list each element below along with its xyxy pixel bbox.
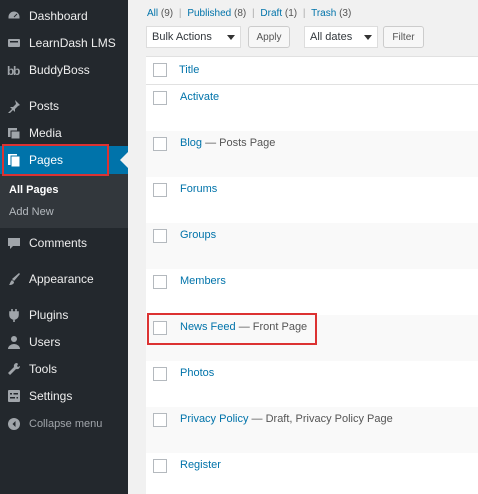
sidebar-item-users[interactable]: Users [0, 329, 128, 355]
sidebar-item-buddyboss[interactable]: bb BuddyBoss [0, 57, 128, 83]
status-filters: All (9) | Published (8) | Draft (1) | Tr… [147, 8, 351, 19]
collapse-menu-label: Collapse menu [29, 418, 103, 430]
table-row: Privacy Policy — Draft, Privacy Policy P… [146, 407, 478, 453]
apply-button[interactable]: Apply [248, 26, 290, 48]
row-checkbox[interactable] [153, 91, 167, 105]
admin-sidebar: Dashboard LearnDash LMS bb BuddyBoss Pos… [0, 0, 128, 494]
page-title-link[interactable]: Members [180, 275, 226, 287]
dashboard-icon [7, 9, 21, 23]
table-row: Register [146, 453, 478, 494]
sidebar-item-label: BuddyBoss [29, 63, 90, 77]
filter-trash-link[interactable]: Trash [311, 8, 336, 19]
sidebar-item-media[interactable]: Media [0, 120, 128, 146]
comment-icon [7, 236, 21, 250]
page-title-link[interactable]: Forums [180, 183, 217, 195]
sidebar-item-dashboard[interactable]: Dashboard [0, 3, 128, 29]
filter-published-count: (8) [234, 8, 247, 19]
page-state: — Posts Page [202, 137, 276, 149]
filter-button[interactable]: Filter [383, 26, 424, 48]
active-arrow-indicator [120, 152, 128, 168]
buddyboss-icon: bb [7, 63, 21, 77]
page-title-link[interactable]: Groups [180, 229, 216, 241]
sidebar-item-posts[interactable]: Posts [0, 93, 128, 119]
collapse-icon [7, 417, 21, 431]
table-header-row: Title [146, 57, 478, 85]
table-row: Groups [146, 223, 478, 269]
page-title-link[interactable]: Activate [180, 91, 219, 103]
sidebar-item-plugins[interactable]: Plugins [0, 302, 128, 328]
sidebar-item-label: LearnDash LMS [29, 36, 116, 50]
wrench-icon [7, 362, 21, 376]
plugin-icon [7, 308, 21, 322]
sidebar-item-settings[interactable]: Settings [0, 383, 128, 409]
table-row: Members [146, 269, 478, 315]
page-title-link[interactable]: Privacy Policy [180, 413, 248, 425]
row-checkbox[interactable] [153, 229, 167, 243]
sidebar-item-label: Posts [29, 99, 60, 113]
chevron-down-icon [227, 35, 235, 40]
learndash-icon [7, 36, 21, 50]
row-checkbox[interactable] [153, 183, 167, 197]
row-checkbox[interactable] [153, 137, 167, 151]
pin-icon [7, 99, 21, 113]
row-checkbox[interactable] [153, 459, 167, 473]
row-checkbox[interactable] [153, 275, 167, 289]
filter-all-link[interactable]: All [147, 8, 158, 19]
submenu-item-add-new[interactable]: Add New [9, 206, 54, 218]
collapse-menu-button[interactable]: Collapse menu [0, 411, 128, 437]
date-filter-select[interactable]: All dates [304, 26, 378, 48]
column-title-header[interactable]: Title [179, 64, 199, 76]
page-title-link[interactable]: Register [180, 459, 221, 471]
filter-trash-count: (3) [339, 8, 352, 19]
user-icon [7, 335, 21, 349]
pages-submenu: All Pages Add New [0, 174, 128, 228]
table-row: Blog — Posts Page [146, 131, 478, 177]
pages-table: Title Activate Blog — Posts Page Forums … [146, 56, 478, 494]
table-row: Activate [146, 85, 478, 131]
filter-separator: | [252, 8, 255, 19]
sidebar-item-label: Users [29, 335, 61, 349]
sidebar-item-label: Tools [29, 362, 58, 376]
sidebar-item-label: Plugins [29, 308, 69, 322]
page-state: — Draft, Privacy Policy Page [248, 413, 393, 425]
table-row: Forums [146, 177, 478, 223]
filter-draft-link[interactable]: Draft [260, 8, 282, 19]
table-row: Photos [146, 361, 478, 407]
sidebar-item-tools[interactable]: Tools [0, 356, 128, 382]
brush-icon [7, 272, 21, 286]
filter-all-count: (9) [160, 8, 174, 19]
svg-text:b: b [13, 64, 20, 77]
sidebar-item-comments[interactable]: Comments [0, 230, 128, 256]
page-title-link[interactable]: Photos [180, 367, 214, 379]
sidebar-item-appearance[interactable]: Appearance [0, 266, 128, 292]
filter-draft-count: (1) [284, 8, 298, 19]
filter-separator: | [302, 8, 306, 19]
select-all-checkbox[interactable] [153, 63, 167, 77]
sidebar-item-label: Settings [29, 389, 73, 403]
filter-separator: | [178, 8, 182, 19]
page-title-link[interactable]: Blog [180, 137, 202, 149]
sidebar-item-label: Dashboard [29, 9, 88, 23]
highlight-box-pages [2, 144, 109, 176]
sidebar-item-label: Appearance [29, 272, 94, 286]
bulk-actions-select[interactable]: Bulk Actions [146, 26, 241, 48]
submenu-item-all-pages[interactable]: All Pages [9, 184, 59, 196]
row-checkbox[interactable] [153, 367, 167, 381]
sidebar-item-label: Comments [29, 236, 88, 250]
row-checkbox[interactable] [153, 413, 167, 427]
date-filter-value: All dates [310, 31, 353, 43]
bulk-actions-value: Bulk Actions [152, 31, 212, 43]
sidebar-item-label: Media [29, 126, 62, 140]
media-icon [7, 126, 21, 140]
chevron-down-icon [364, 35, 372, 40]
filter-published-link[interactable]: Published [187, 8, 231, 19]
highlight-box-news-feed [147, 313, 317, 345]
settings-icon [7, 389, 21, 403]
sidebar-item-learndash[interactable]: LearnDash LMS [0, 30, 128, 56]
